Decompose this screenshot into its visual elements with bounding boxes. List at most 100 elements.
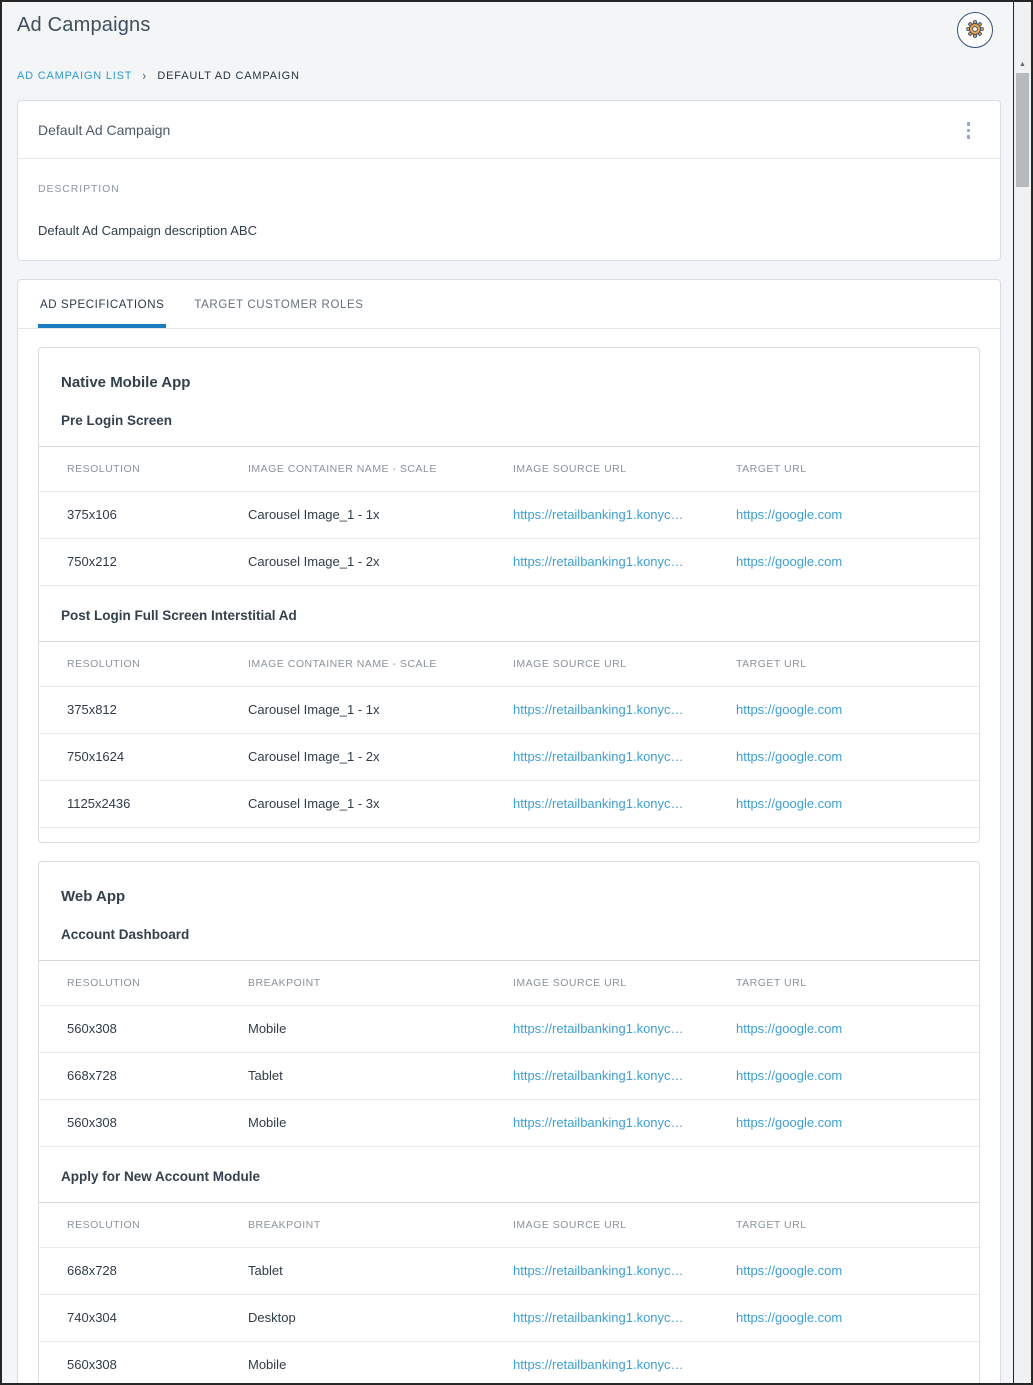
url-link[interactable]: https://retailbanking1.konyc… — [513, 1068, 736, 1083]
page-header: Ad Campaigns — [17, 2, 1001, 48]
table-body: 375x106Carousel Image_1 - 1xhttps://reta… — [39, 491, 979, 586]
cell-text: Carousel Image_1 - 2x — [248, 749, 513, 764]
section-title: Web App — [61, 888, 957, 905]
cell-text: 560x308 — [67, 1021, 248, 1036]
table-row: 375x812Carousel Image_1 - 1xhttps://reta… — [39, 686, 979, 733]
url-link[interactable]: https://google.com — [736, 1115, 963, 1130]
cell-text: Mobile — [248, 1021, 513, 1036]
table-row: 668x728Tablethttps://retailbanking1.kony… — [39, 1247, 979, 1294]
cell-text: 668x728 — [67, 1263, 248, 1278]
breadcrumb-current: DEFAULT AD CAMPAIGN — [157, 70, 299, 82]
url-link[interactable]: https://google.com — [736, 1263, 963, 1278]
scrollbar-up-arrow-icon[interactable]: ▲ — [1014, 60, 1031, 70]
tab-target-customer-roles[interactable]: TARGET CUSTOMER ROLES — [192, 299, 365, 328]
gear-icon — [964, 18, 986, 43]
vertical-scrollbar[interactable]: ▲ — [1013, 2, 1031, 1383]
table-group: Post Login Full Screen Interstitial Ad R… — [39, 608, 979, 828]
column-header: IMAGE SOURCE URL — [513, 463, 736, 475]
url-link[interactable]: https://retailbanking1.konyc… — [513, 702, 736, 717]
url-link[interactable]: https://retailbanking1.konyc… — [513, 1357, 736, 1372]
tab-panel: AD SPECIFICATIONS TARGET CUSTOMER ROLES … — [17, 279, 1001, 1384]
table-row: 668x728Tablethttps://retailbanking1.kony… — [39, 1052, 979, 1099]
url-link[interactable]: https://google.com — [736, 1310, 963, 1325]
cell-text: Carousel Image_1 - 1x — [248, 507, 513, 522]
table-body: 668x728Tablethttps://retailbanking1.kony… — [39, 1247, 979, 1384]
table-header-row: RESOLUTIONBREAKPOINTIMAGE SOURCE URLTARG… — [39, 1203, 979, 1247]
column-header: TARGET URL — [736, 463, 963, 475]
cell-text: Mobile — [248, 1115, 513, 1130]
url-link[interactable]: https://google.com — [736, 1021, 963, 1036]
table-header-row: RESOLUTIONBREAKPOINTIMAGE SOURCE URLTARG… — [39, 961, 979, 1005]
url-link[interactable]: https://google.com — [736, 554, 963, 569]
table-row: 1125x2436Carousel Image_1 - 3xhttps://re… — [39, 780, 979, 827]
column-header: IMAGE SOURCE URL — [513, 1219, 736, 1231]
column-header: BREAKPOINT — [248, 977, 513, 989]
column-header: TARGET URL — [736, 977, 963, 989]
url-link[interactable]: https://retailbanking1.konyc… — [513, 1263, 736, 1278]
breadcrumb-link-ad-campaign-list[interactable]: AD CAMPAIGN LIST — [17, 70, 132, 82]
url-link[interactable]: https://google.com — [736, 702, 963, 717]
campaign-card-header: Default Ad Campaign — [18, 101, 1000, 159]
group-heading: Post Login Full Screen Interstitial Ad — [61, 608, 957, 623]
tab-ad-specifications[interactable]: AD SPECIFICATIONS — [38, 299, 166, 328]
cell-text: 560x308 — [67, 1115, 248, 1130]
description-value: Default Ad Campaign description ABC — [38, 223, 980, 238]
cell-text: 750x1624 — [67, 749, 248, 764]
cell-text: Carousel Image_1 - 2x — [248, 554, 513, 569]
cell-text: 375x812 — [67, 702, 248, 717]
url-link[interactable]: https://retailbanking1.konyc… — [513, 1021, 736, 1036]
kebab-menu-icon — [967, 122, 971, 139]
campaign-menu-button[interactable] — [957, 118, 981, 143]
table-group: Pre Login Screen RESOLUTIONIMAGE CONTAIN… — [39, 413, 979, 586]
url-link[interactable]: https://google.com — [736, 796, 963, 811]
column-header: IMAGE SOURCE URL — [513, 658, 736, 670]
column-header: RESOLUTION — [67, 658, 248, 670]
table-row: 560x308Mobilehttps://retailbanking1.kony… — [39, 1341, 979, 1384]
group-heading: Account Dashboard — [61, 927, 957, 942]
url-link[interactable]: https://retailbanking1.konyc… — [513, 796, 736, 811]
table-group: Account Dashboard RESOLUTIONBREAKPOINTIM… — [39, 927, 979, 1147]
url-link[interactable]: https://retailbanking1.konyc… — [513, 507, 736, 522]
groups-host: Pre Login Screen RESOLUTIONIMAGE CONTAIN… — [39, 413, 979, 828]
chevron-right-icon: › — [143, 68, 147, 83]
column-header: TARGET URL — [736, 658, 963, 670]
column-header: IMAGE SOURCE URL — [513, 977, 736, 989]
cell-text: Carousel Image_1 - 3x — [248, 796, 513, 811]
cell-text: 560x308 — [67, 1357, 248, 1372]
campaign-card-body: DESCRIPTION Default Ad Campaign descript… — [18, 159, 1000, 260]
cell-text: Desktop — [248, 1310, 513, 1325]
tab-bar: AD SPECIFICATIONS TARGET CUSTOMER ROLES — [18, 280, 1000, 329]
table-header-row: RESOLUTIONIMAGE CONTAINER NAME - SCALEIM… — [39, 642, 979, 686]
url-link[interactable]: https://retailbanking1.konyc… — [513, 749, 736, 764]
column-header: IMAGE CONTAINER NAME - SCALE — [248, 463, 513, 475]
table-body: 375x812Carousel Image_1 - 1xhttps://reta… — [39, 686, 979, 828]
url-link[interactable]: https://retailbanking1.konyc… — [513, 1310, 736, 1325]
cell-text: Mobile — [248, 1357, 513, 1372]
cell-text: 750x212 — [67, 554, 248, 569]
campaign-card: Default Ad Campaign DESCRIPTION Default … — [17, 100, 1001, 261]
section-title: Native Mobile App — [61, 374, 957, 391]
section-card: Native Mobile App Pre Login Screen RESOL… — [38, 347, 980, 843]
table-row: 750x1624Carousel Image_1 - 2xhttps://ret… — [39, 733, 979, 780]
app-window: Ad Campaigns — [0, 0, 1033, 1385]
campaign-title: Default Ad Campaign — [38, 122, 170, 138]
main-content: Ad Campaigns — [2, 2, 1013, 1383]
url-link[interactable]: https://google.com — [736, 1068, 963, 1083]
cell-text: 740x304 — [67, 1310, 248, 1325]
settings-button[interactable] — [957, 12, 993, 48]
url-link[interactable]: https://google.com — [736, 507, 963, 522]
table-row: 560x308Mobilehttps://retailbanking1.kony… — [39, 1099, 979, 1146]
column-header: TARGET URL — [736, 1219, 963, 1231]
url-link[interactable]: https://google.com — [736, 749, 963, 764]
url-link[interactable]: https://retailbanking1.konyc… — [513, 1115, 736, 1130]
page-title: Ad Campaigns — [17, 12, 151, 37]
url-link[interactable]: https://retailbanking1.konyc… — [513, 554, 736, 569]
cell-text: Tablet — [248, 1263, 513, 1278]
cell-text: Carousel Image_1 - 1x — [248, 702, 513, 717]
cell-text: 375x106 — [67, 507, 248, 522]
table-header-row: RESOLUTIONIMAGE CONTAINER NAME - SCALEIM… — [39, 447, 979, 491]
table-row: 375x106Carousel Image_1 - 1xhttps://reta… — [39, 491, 979, 538]
scrollbar-thumb[interactable] — [1016, 73, 1029, 187]
column-header: RESOLUTION — [67, 1219, 248, 1231]
column-header: RESOLUTION — [67, 977, 248, 989]
